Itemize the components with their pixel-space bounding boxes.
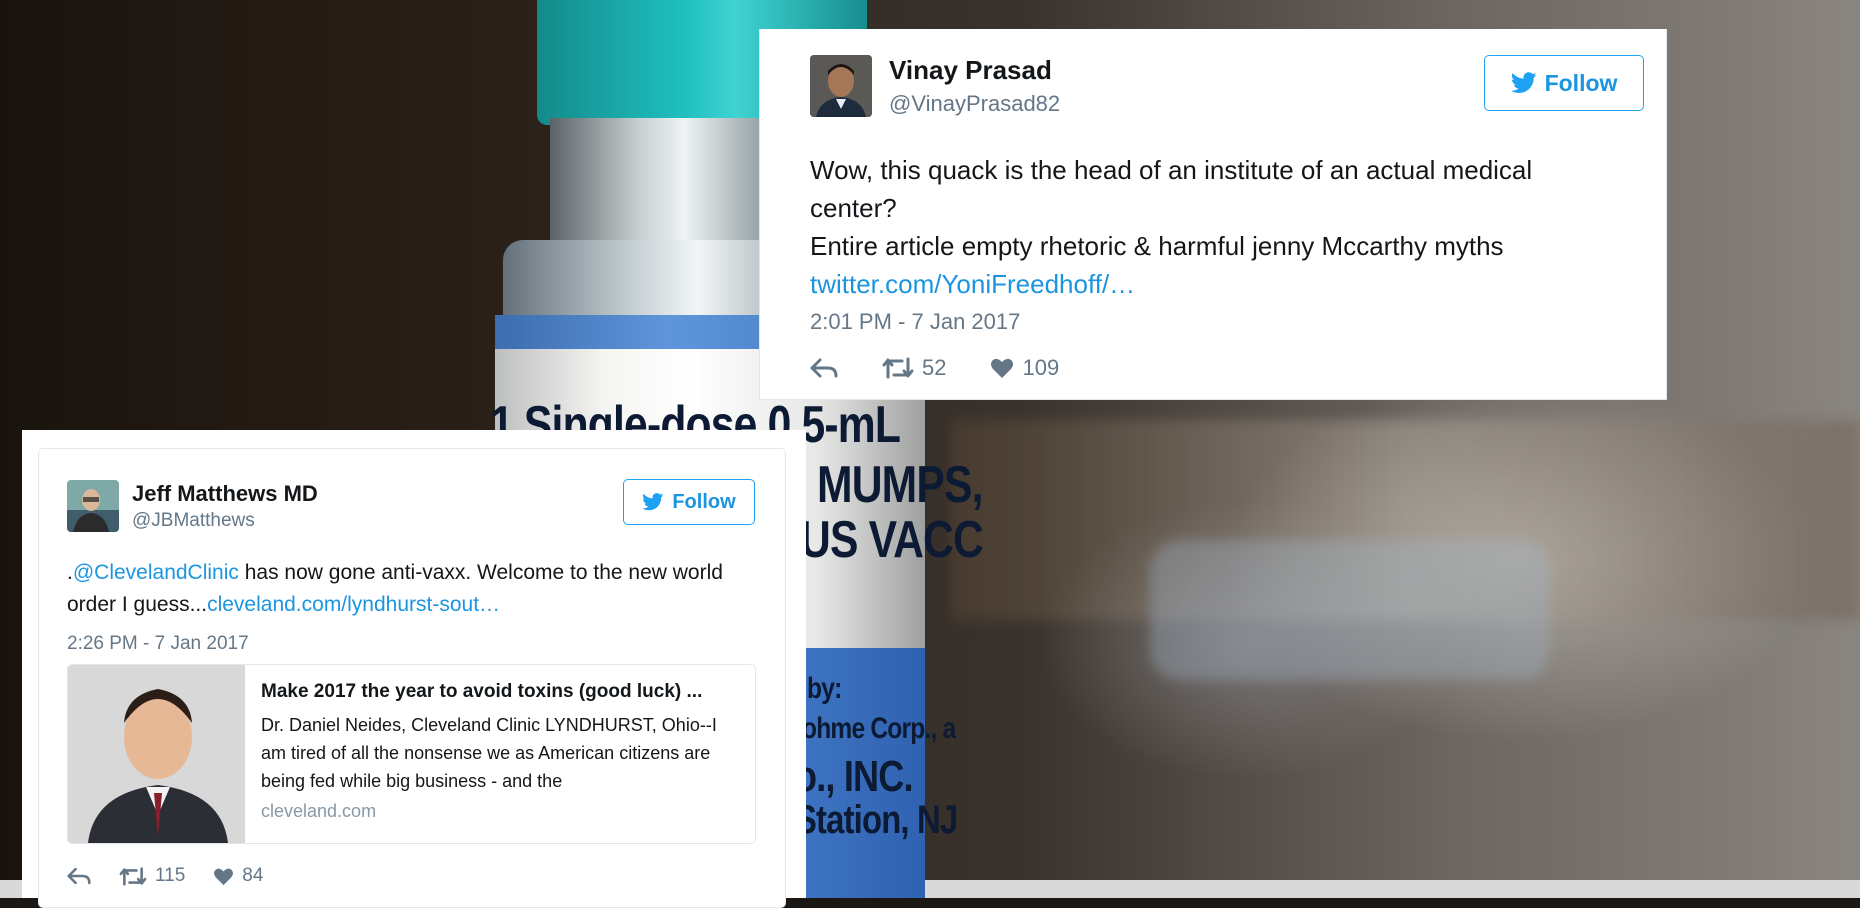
retweet-button[interactable]: 115	[119, 865, 185, 887]
reply-icon	[810, 358, 838, 378]
reply-button[interactable]	[67, 867, 91, 885]
tweet-timestamp[interactable]: 2:01 PM - 7 Jan 2017	[810, 309, 1020, 335]
card-domain: cleveland.com	[261, 801, 377, 821]
tweet-actions: 52 109	[810, 355, 1059, 381]
vial-label-line: MUMPS,	[817, 456, 983, 514]
tweet-link[interactable]: twitter.com/YoniFreedhoff/…	[810, 265, 1640, 303]
vial-label-line: ohme Corp., a	[802, 712, 956, 745]
retweet-icon	[119, 866, 147, 886]
like-count: 109	[1022, 355, 1060, 380]
retweet-count: 115	[155, 865, 186, 886]
reply-button[interactable]	[810, 358, 838, 378]
link-card[interactable]: Make 2017 the year to avoid toxins (good…	[67, 664, 756, 844]
tweet-text: .@ClevelandClinic has now gone anti-vaxx…	[67, 557, 747, 621]
like-button[interactable]: 84	[213, 865, 263, 887]
tweet-link[interactable]: cleveland.com/lyndhurst-sout…	[207, 593, 500, 616]
avatar-photo	[810, 55, 872, 117]
like-count: 84	[242, 865, 264, 886]
tweet-embed: Vinay Prasad @VinayPrasad82 Follow Wow, …	[759, 29, 1667, 400]
like-button[interactable]: 109	[990, 355, 1059, 381]
vial-label-line: US VACC	[800, 511, 984, 569]
heart-icon	[991, 358, 1014, 378]
follow-button[interactable]: Follow	[623, 479, 755, 525]
tweet-actions: 115 84	[67, 865, 263, 887]
tweet-embed: Jeff Matthews MD @JBMatthews Follow .@Cl…	[38, 448, 786, 908]
follow-button[interactable]: Follow	[1484, 55, 1644, 111]
card-thumbnail	[68, 665, 245, 843]
vial-label-line: o., INC.	[795, 752, 914, 801]
author-name[interactable]: Jeff Matthews MD	[132, 481, 318, 507]
retweet-icon	[882, 357, 914, 379]
tweet-text: Wow, this quack is the head of an instit…	[810, 151, 1640, 303]
author-handle[interactable]: @VinayPrasad82	[889, 91, 1060, 117]
tweet-text-line: center?	[810, 193, 897, 223]
tweet-text-line: Wow, this quack is the head of an instit…	[810, 155, 1533, 185]
background-vial-blur	[1150, 540, 1550, 680]
author-name[interactable]: Vinay Prasad	[889, 55, 1052, 86]
reply-icon	[67, 867, 91, 885]
avatar[interactable]	[810, 55, 872, 117]
twitter-bird-icon	[1510, 72, 1537, 93]
avatar[interactable]	[67, 480, 119, 532]
tweet-timestamp[interactable]: 2:26 PM - 7 Jan 2017	[67, 633, 249, 655]
heart-icon	[214, 868, 234, 885]
author-handle[interactable]: @JBMatthews	[132, 510, 255, 532]
tweet-text-line: Entire article empty rhetoric & harmful …	[810, 231, 1504, 261]
follow-label: Follow	[1544, 69, 1618, 96]
mention-link[interactable]: @ClevelandClinic	[73, 561, 239, 584]
follow-label: Follow	[672, 490, 736, 513]
card-description: Dr. Daniel Neides, Cleveland Clinic LYND…	[261, 715, 717, 791]
twitter-bird-icon	[642, 493, 664, 511]
card-title: Make 2017 the year to avoid toxins (good…	[261, 681, 703, 702]
tweet-embed-frame: Jeff Matthews MD @JBMatthews Follow .@Cl…	[22, 430, 806, 908]
retweet-button[interactable]: 52	[882, 355, 946, 381]
card-photo	[68, 665, 245, 843]
vial-label-line: by:	[807, 672, 842, 705]
avatar-photo	[67, 480, 119, 532]
vial-label-line: Station, NJ	[795, 798, 958, 842]
retweet-count: 52	[922, 355, 947, 380]
